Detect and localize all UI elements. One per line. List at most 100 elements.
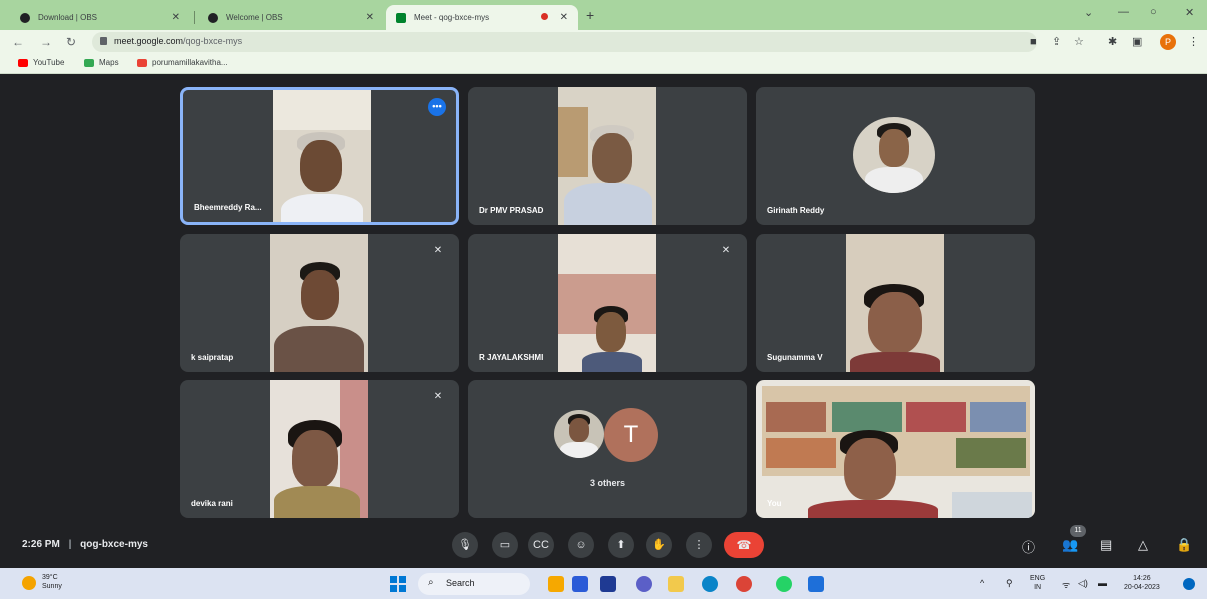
meeting-details: 2:26 PM | qog-bxce-mys: [22, 539, 148, 550]
raise-hand-button[interactable]: ✋: [646, 532, 672, 558]
whatsapp-icon[interactable]: [776, 576, 792, 592]
region-code: IN: [1034, 584, 1042, 591]
forward-icon[interactable]: →: [40, 35, 52, 49]
maximize-button[interactable]: ○: [1150, 6, 1157, 18]
end-call-button[interactable]: ☎: [724, 532, 764, 558]
muted-mic-icon: ✕: [433, 245, 443, 256]
minimize-button[interactable]: —: [1118, 6, 1129, 18]
word-icon[interactable]: [808, 576, 824, 592]
back-icon[interactable]: ←: [12, 35, 24, 49]
participant-name: R JAYALAKSHMI: [479, 353, 544, 362]
notification-icon[interactable]: [1183, 578, 1195, 590]
usb-icon[interactable]: ⚲: [1006, 578, 1013, 589]
extensions-icon[interactable]: ✱: [1108, 35, 1117, 48]
reload-icon[interactable]: ↻: [66, 35, 76, 49]
captions-icon: CC: [533, 539, 549, 551]
tab-search-icon[interactable]: ⌄: [1084, 6, 1093, 19]
windows-taskbar: 39°C Sunny ⌕ Search ^ ⚲ ENG IN ᯤ ◁) ▬ 14…: [0, 568, 1207, 599]
url-text[interactable]: meet.google.com/qog-bxce-mys: [114, 36, 242, 46]
hand-icon: ✋: [652, 539, 666, 551]
camera-icon: ▭: [499, 539, 511, 551]
participant-avatar: [853, 117, 935, 193]
system-clock[interactable]: 14:26 20-04-2023: [1124, 574, 1160, 592]
chat-icon[interactable]: ▤: [1100, 537, 1112, 553]
more-options-button[interactable]: ⋮: [686, 532, 712, 558]
volume-icon[interactable]: ◁): [1078, 578, 1088, 589]
weather-widget[interactable]: 39°C Sunny: [42, 573, 62, 591]
widgets-app-icon[interactable]: [548, 576, 564, 592]
mic-button[interactable]: 🎙: [452, 532, 478, 558]
people-icon[interactable]: 👥: [1062, 537, 1078, 553]
language-indicator[interactable]: ENG IN: [1030, 574, 1045, 592]
participant-initial-avatar: T: [604, 408, 658, 462]
address-bar[interactable]: meet.google.com/qog-bxce-mys ■ ⇪ ☆: [92, 32, 1084, 52]
window-close-button[interactable]: ✕: [1185, 6, 1194, 19]
participant-tile[interactable]: ✕ k saipratap: [180, 234, 459, 372]
share-icon[interactable]: ⇪: [1052, 35, 1061, 48]
chevron-up-icon[interactable]: ^: [980, 578, 984, 588]
taskbar-search[interactable]: ⌕ Search: [418, 573, 530, 595]
participant-tile[interactable]: Girinath Reddy: [756, 87, 1035, 225]
side-panel-icon[interactable]: ▣: [1132, 35, 1142, 48]
youtube-icon: [18, 58, 28, 67]
meeting-code: qog-bxce-mys: [80, 539, 148, 550]
tab-welcome-obs[interactable]: Welcome | OBS ✕: [198, 5, 384, 30]
emoji-icon: ☺: [575, 539, 587, 551]
participant-video: [558, 87, 656, 225]
bookmark-label: Maps: [99, 58, 119, 67]
present-button[interactable]: ⬆: [608, 532, 634, 558]
captions-button[interactable]: CC: [528, 532, 554, 558]
battery-icon[interactable]: ▬: [1098, 578, 1107, 588]
lock-icon[interactable]: 🔒: [1176, 537, 1192, 553]
chat-app-icon[interactable]: [636, 576, 652, 592]
start-button[interactable]: [390, 576, 406, 592]
more-options-icon[interactable]: •••: [428, 98, 446, 116]
participant-tile[interactable]: Sugunamma V: [756, 234, 1035, 372]
chrome-icon[interactable]: [736, 576, 752, 592]
close-icon[interactable]: ✕: [560, 12, 568, 23]
present-icon: ⬆: [616, 539, 626, 551]
edge-icon[interactable]: [702, 576, 718, 592]
lock-icon: [100, 37, 107, 45]
participant-name: You: [767, 499, 782, 508]
search-label: Search: [446, 578, 475, 588]
info-icon[interactable]: ⓘ: [1022, 537, 1035, 556]
task-view-icon[interactable]: [572, 576, 588, 592]
participant-tile[interactable]: ✕ R JAYALAKSHMI: [468, 234, 747, 372]
bookmark-star-icon[interactable]: ☆: [1074, 35, 1084, 48]
close-icon[interactable]: ✕: [172, 12, 180, 23]
wifi-icon[interactable]: ᯤ: [1062, 578, 1070, 591]
self-tile[interactable]: You: [756, 380, 1035, 518]
tab-download-obs[interactable]: Download | OBS ✕: [10, 5, 190, 30]
camera-button[interactable]: ▭: [492, 532, 518, 558]
meet-icon: [396, 12, 406, 23]
participant-tile[interactable]: ••• Bheemreddy Ra...: [180, 87, 459, 225]
participant-name: k saipratap: [191, 353, 234, 362]
activities-icon[interactable]: △: [1138, 537, 1148, 553]
new-tab-button[interactable]: +: [586, 7, 594, 23]
tab-label: Welcome | OBS: [226, 13, 283, 22]
participant-video: [273, 90, 371, 222]
tab-meet[interactable]: Meet - qog-bxce-mys ✕: [386, 5, 578, 30]
tab-label: Download | OBS: [38, 13, 97, 22]
close-icon[interactable]: ✕: [366, 12, 374, 23]
obs-icon: [208, 12, 218, 23]
end-call-icon: ☎: [736, 538, 752, 552]
menu-icon[interactable]: ⋮: [1188, 35, 1199, 48]
sun-icon: [22, 576, 36, 590]
participant-tile[interactable]: Dr PMV PRASAD: [468, 87, 747, 225]
others-tile[interactable]: T 3 others: [468, 380, 747, 518]
profile-avatar[interactable]: P: [1160, 34, 1176, 50]
teams-app-icon[interactable]: [600, 576, 616, 592]
bookmark-gmail[interactable]: porumamillakavitha...: [137, 58, 228, 67]
reactions-button[interactable]: ☺: [568, 532, 594, 558]
participant-tile[interactable]: ✕ devika rani: [180, 380, 459, 518]
participant-name: devika rani: [191, 499, 233, 508]
bookmarks-bar: YouTube Maps porumamillakavitha...: [0, 54, 1207, 74]
bookmark-youtube[interactable]: YouTube: [18, 58, 64, 67]
camera-indicator-icon[interactable]: ■: [1030, 36, 1037, 48]
tab-strip: Download | OBS ✕ Welcome | OBS ✕ Meet - …: [0, 0, 1207, 30]
file-explorer-icon[interactable]: [668, 576, 684, 592]
separator: |: [68, 539, 72, 550]
bookmark-maps[interactable]: Maps: [84, 58, 119, 67]
